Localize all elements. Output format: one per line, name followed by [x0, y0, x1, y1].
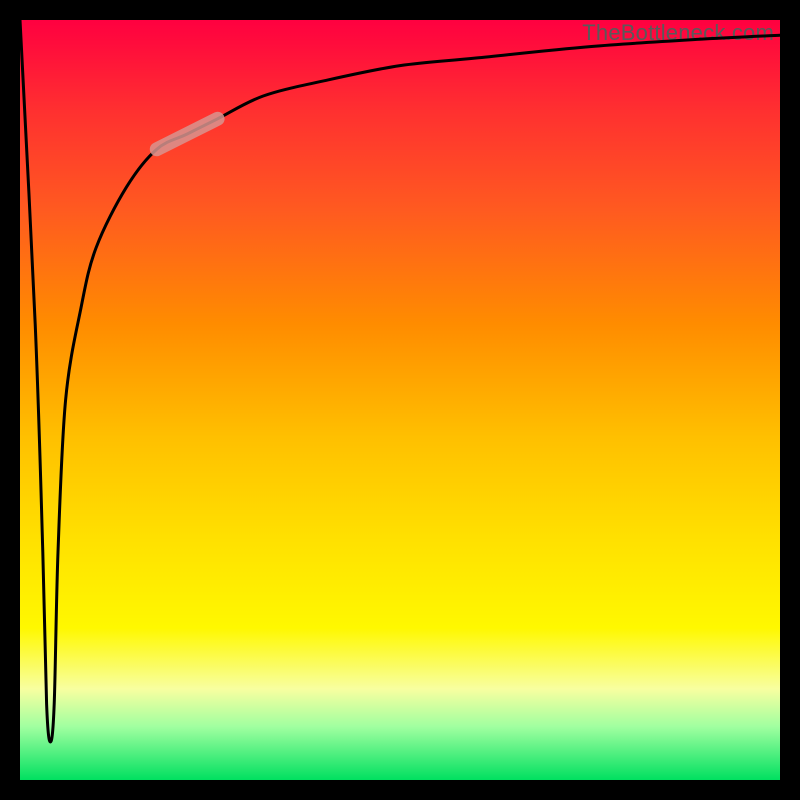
plot-area: TheBottleneck.com — [20, 20, 780, 780]
curve-highlight-path — [157, 119, 218, 149]
bottleneck-chart-figure: TheBottleneck.com — [0, 0, 800, 800]
curve-layer — [20, 20, 780, 780]
bottleneck-curve-path — [20, 20, 780, 742]
